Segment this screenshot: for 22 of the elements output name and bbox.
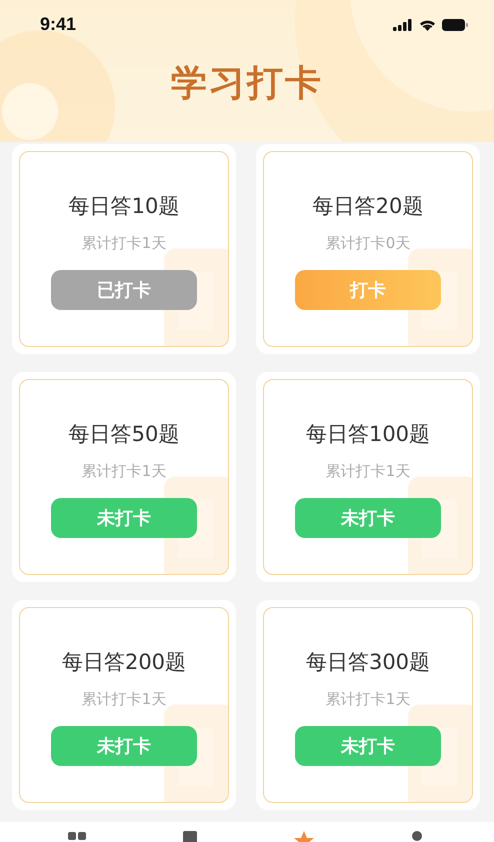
streak-count: 累计打卡1天 xyxy=(82,234,166,253)
task-title: 每日答200题 xyxy=(62,649,186,676)
checkin-button[interactable]: 未打卡 xyxy=(295,726,441,766)
streak-count: 累计打卡1天 xyxy=(326,690,410,709)
checkin-button[interactable]: 未打卡 xyxy=(295,498,441,538)
checkin-button[interactable]: 已打卡 xyxy=(51,270,197,310)
page-title: 学习打卡 xyxy=(171,62,323,106)
checkin-button[interactable]: 未打卡 xyxy=(51,498,197,538)
signal-icon xyxy=(393,18,413,30)
streak-count: 累计打卡1天 xyxy=(326,462,410,481)
task-title: 每日答50题 xyxy=(68,421,180,448)
task-title: 每日答20题 xyxy=(312,193,424,220)
task-title: 每日答300题 xyxy=(306,649,430,676)
checkin-button[interactable]: 未打卡 xyxy=(51,726,197,766)
streak-count: 累计打卡1天 xyxy=(82,462,166,481)
streak-count: 累计打卡1天 xyxy=(82,690,166,709)
task-title: 每日答100题 xyxy=(306,421,430,448)
checkin-button[interactable]: 打卡 xyxy=(295,270,441,310)
task-title: 每日答10题 xyxy=(68,193,180,220)
wifi-icon xyxy=(419,18,436,30)
streak-count: 累计打卡0天 xyxy=(326,234,410,253)
status-time: 9:41 xyxy=(40,14,76,35)
